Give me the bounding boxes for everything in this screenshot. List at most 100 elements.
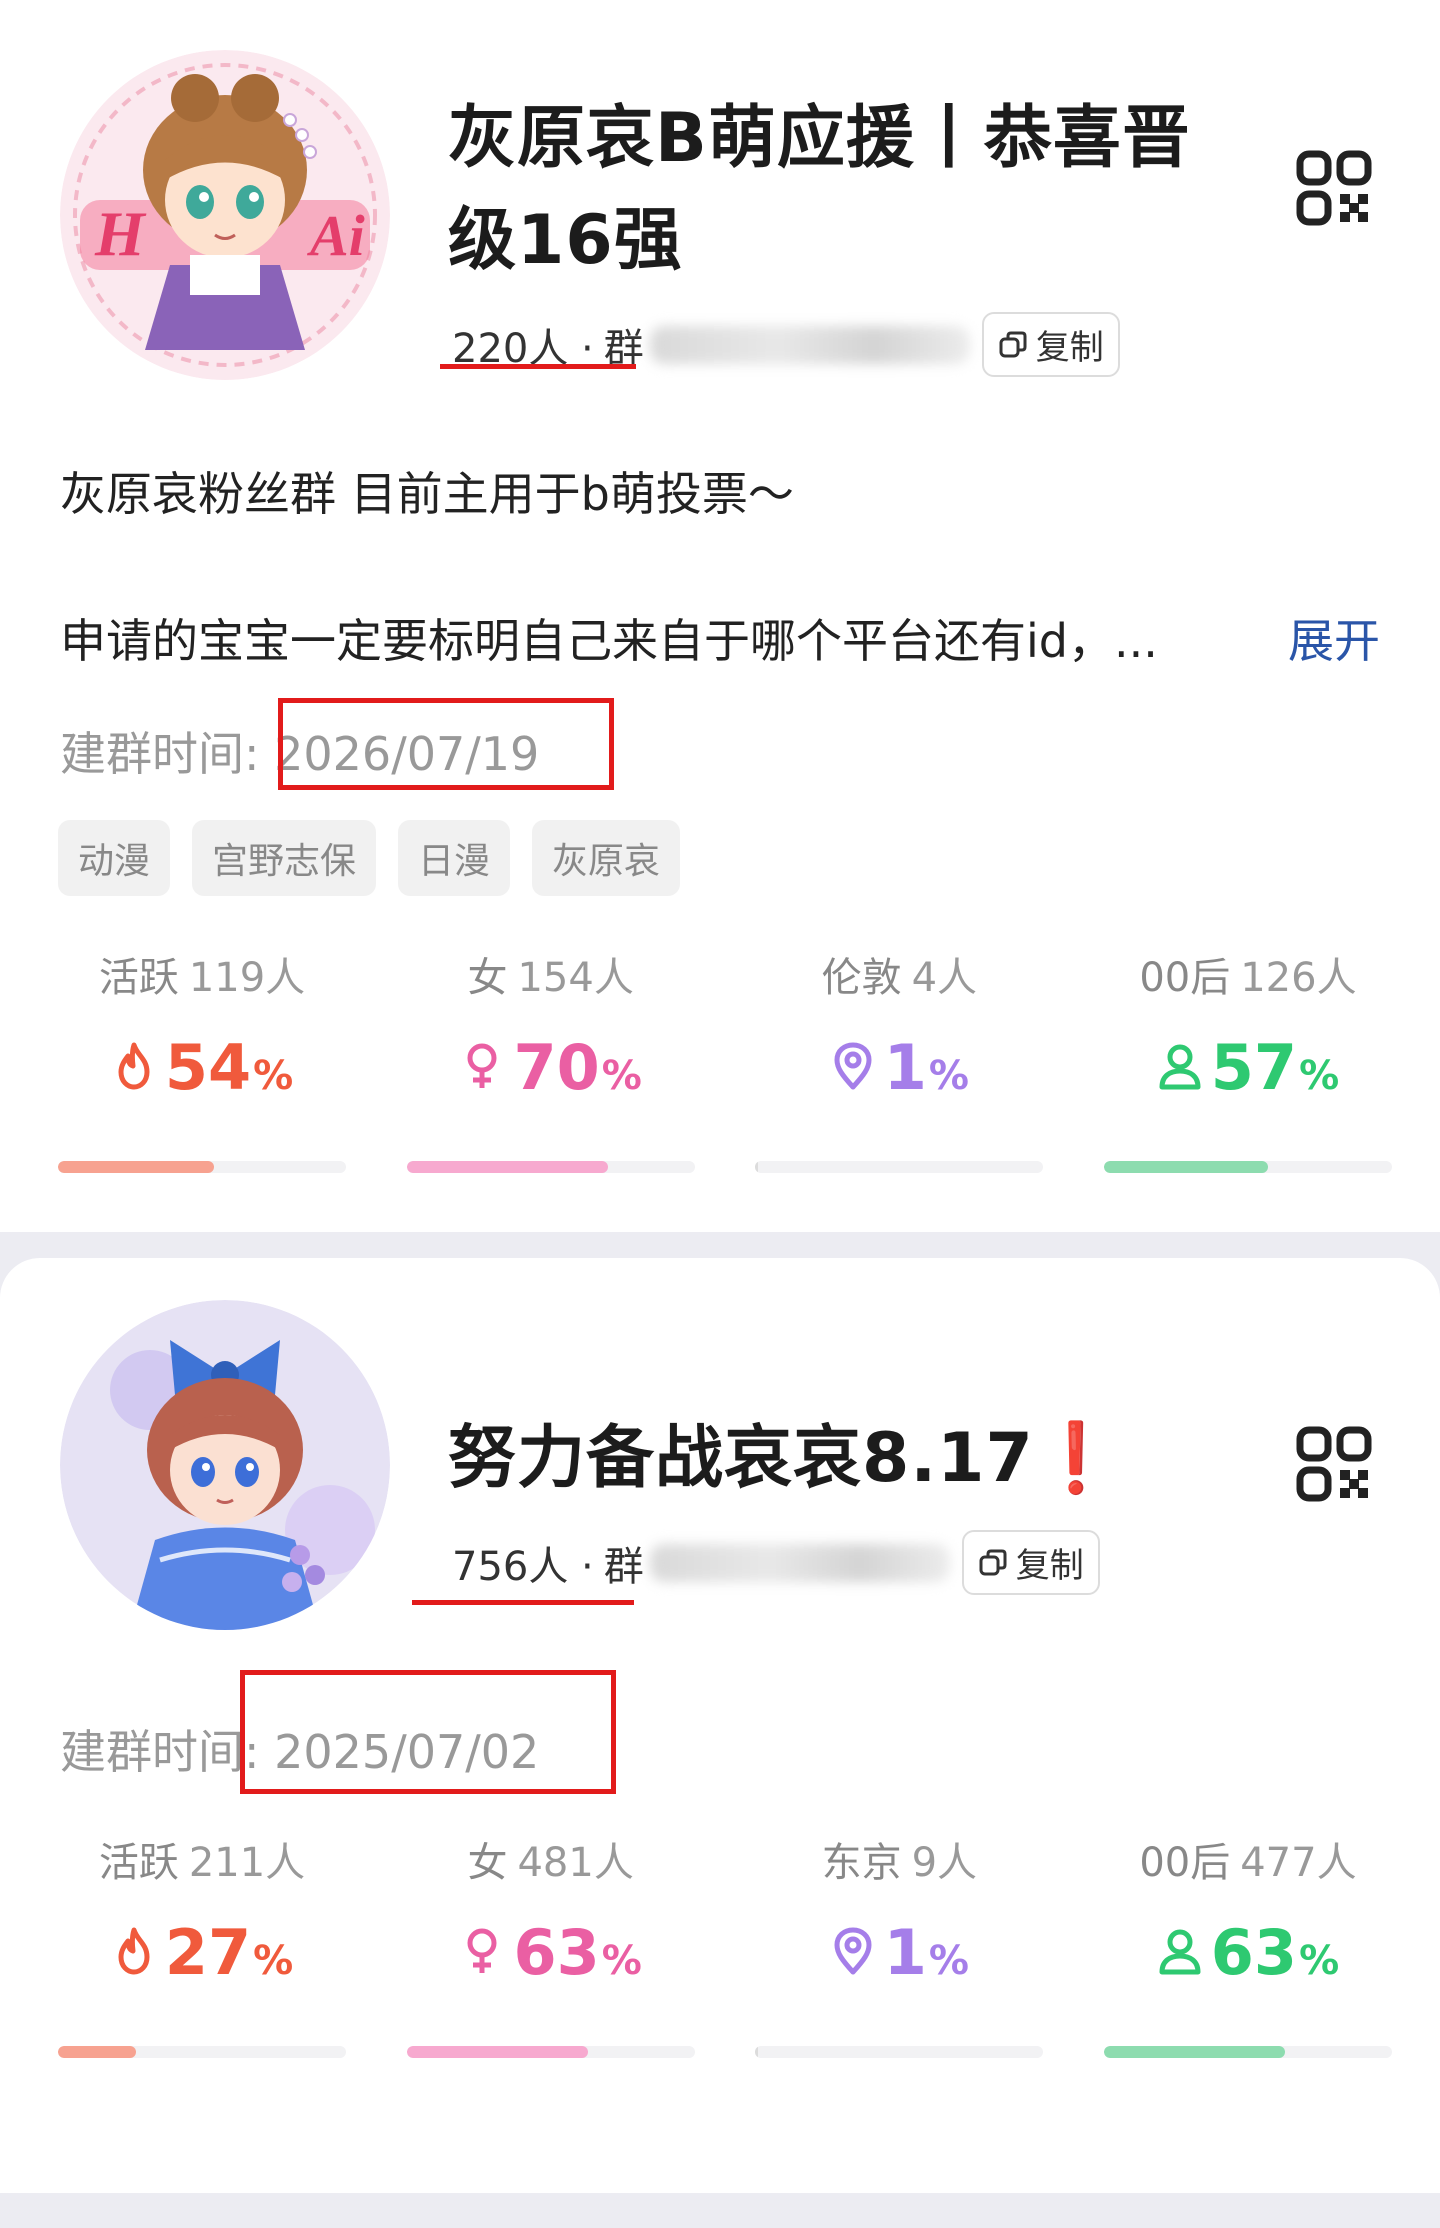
stat-label-count: 211人	[188, 1840, 306, 1886]
card-separator	[0, 1232, 1440, 1258]
description-text: 申请的宝宝一定要标明自己来自于哪个平台还有id，...	[60, 614, 1158, 668]
expand-link[interactable]: 展开	[1288, 605, 1380, 671]
stat-progress-bar	[755, 2046, 1044, 2058]
group-description-line-1: 灰原哀粉丝群 目前主用于b萌投票～	[60, 467, 794, 521]
copy-button[interactable]: 复制	[981, 312, 1120, 377]
stat-percent: 70	[513, 1031, 600, 1104]
stat-progress-fill	[755, 2046, 759, 2058]
stat-progress-fill	[406, 2046, 589, 2058]
stat-youth: 00后 126人 57%	[1103, 945, 1392, 1173]
group-avatar[interactable]: H Ai	[60, 50, 390, 380]
anime-avatar-icon	[60, 1300, 390, 1630]
copy-label: 复制	[1015, 1546, 1084, 1586]
stat-label: 00后 477人	[1139, 1830, 1356, 1886]
stat-label-key: 活跃	[98, 955, 179, 1001]
exclamation-icon: ❗	[1033, 1419, 1120, 1498]
tag-item[interactable]: 日漫	[398, 820, 511, 896]
annotation-box	[278, 698, 614, 790]
stat-progress-fill	[58, 1161, 214, 1173]
qr-code-button[interactable]	[1296, 1426, 1372, 1502]
stat-label: 00后 126人	[1139, 945, 1356, 1001]
stat-percent-sign: %	[928, 1938, 969, 1984]
stat-female: 女 154人 70%	[406, 945, 695, 1173]
group-avatar[interactable]	[60, 1300, 390, 1630]
stat-progress-bar	[1103, 2046, 1392, 2058]
group-number-redacted	[649, 325, 970, 364]
group-card-2[interactable]: 努力备战哀哀8.17❗ 756人 · 群 复制 建群时间: 2025/07/02	[0, 1258, 1440, 2193]
group-card-1[interactable]: H Ai 灰原哀B萌应援丨恭喜晋级16强 220人 · 群 复制 灰原哀粉丝群 …	[0, 0, 1440, 1232]
stat-label: 东京 9人	[822, 1830, 977, 1886]
stat-value: 57%	[1157, 1031, 1339, 1101]
stat-percent-sign: %	[253, 1053, 294, 1099]
female-icon	[459, 1926, 513, 1986]
stat-active: 活跃 119人 54%	[58, 945, 346, 1173]
stat-percent-sign: %	[253, 1938, 294, 1984]
flame-icon	[111, 1926, 165, 1986]
group-meta: 756人 · 群 复制	[452, 1530, 1100, 1595]
stat-label-count: 477人	[1240, 1840, 1357, 1886]
stat-percent: 57	[1210, 1031, 1298, 1104]
stat-value: 1%	[830, 1916, 969, 1986]
stat-value: 63%	[1157, 1916, 1339, 1986]
stat-label: 活跃 211人	[99, 1830, 305, 1886]
copy-icon	[999, 331, 1027, 357]
tag-item[interactable]: 宫野志保	[192, 820, 377, 896]
stat-progress-fill	[58, 2046, 136, 2058]
stat-female: 女 481人 63%	[406, 1830, 695, 2058]
group-number-label: 群	[603, 1543, 644, 1590]
flame-icon	[111, 1041, 165, 1101]
created-label: 建群时间:	[60, 727, 260, 781]
group-title-text: 努力备战哀哀8.17	[448, 1419, 1034, 1498]
stat-value: 54%	[111, 1031, 293, 1101]
stat-label-key: 00后	[1139, 955, 1231, 1001]
qr-code-icon	[1296, 150, 1372, 226]
stat-label-key: 女	[467, 1840, 508, 1886]
annotation-box	[240, 1670, 616, 1794]
stat-label-count: 119人	[188, 955, 306, 1001]
stat-progress-bar	[406, 2046, 695, 2058]
stat-percent: 1	[883, 1916, 927, 1989]
group-description-line-2: 申请的宝宝一定要标明自己来自于哪个平台还有id，... 展开	[60, 605, 1380, 671]
location-pin-icon	[830, 1926, 884, 1986]
stat-label-key: 女	[467, 955, 508, 1001]
tag-item[interactable]: 灰原哀	[532, 820, 681, 896]
stat-label-count: 481人	[517, 1840, 634, 1886]
annotation-underline	[412, 1600, 634, 1605]
qr-code-button[interactable]	[1296, 150, 1372, 226]
tag-item[interactable]: 动漫	[58, 820, 171, 896]
stat-label-count: 4人	[911, 955, 978, 1001]
stat-value: 70%	[459, 1031, 642, 1104]
stat-label-key: 00后	[1139, 1840, 1231, 1886]
stat-label-count: 154人	[517, 955, 634, 1001]
stat-percent: 63	[513, 1916, 600, 1989]
created-label: 建群时间:	[60, 1725, 260, 1779]
stat-location: 伦敦 4人 1%	[755, 945, 1044, 1173]
person-icon	[1157, 1041, 1211, 1101]
stat-progress-fill	[1103, 1161, 1269, 1173]
stat-progress-fill	[406, 1161, 609, 1173]
stat-progress-bar	[406, 1161, 695, 1173]
stat-percent-sign: %	[601, 1053, 642, 1099]
stat-progress-bar	[58, 2046, 346, 2058]
qr-code-icon	[1296, 1426, 1372, 1502]
stat-location: 东京 9人 1%	[755, 1830, 1044, 2058]
stat-label: 活跃 119人	[99, 945, 305, 1001]
stat-value: 27%	[111, 1916, 293, 1986]
stat-progress-bar	[755, 1161, 1044, 1173]
stat-percent: 27	[164, 1916, 252, 1989]
stat-percent: 54	[164, 1031, 252, 1104]
person-icon	[1157, 1926, 1211, 1986]
svg-text:Ai: Ai	[307, 203, 365, 268]
stat-label-count: 126人	[1240, 955, 1357, 1001]
stat-youth: 00后 477人 63%	[1103, 1830, 1392, 2058]
stat-percent: 1	[883, 1031, 927, 1104]
group-stats: 活跃 119人 54% 女 154人 70% 伦敦 4人 1% 00后 126人 57%	[58, 945, 1392, 1173]
copy-button[interactable]: 复制	[961, 1530, 1100, 1595]
stat-percent-sign: %	[1299, 1053, 1340, 1099]
female-icon	[459, 1041, 513, 1101]
stat-label-key: 东京	[821, 1840, 902, 1886]
stat-value: 63%	[459, 1916, 642, 1989]
stat-progress-bar	[58, 1161, 346, 1173]
annotation-underline	[440, 364, 636, 369]
stat-percent: 63	[1210, 1916, 1298, 1989]
